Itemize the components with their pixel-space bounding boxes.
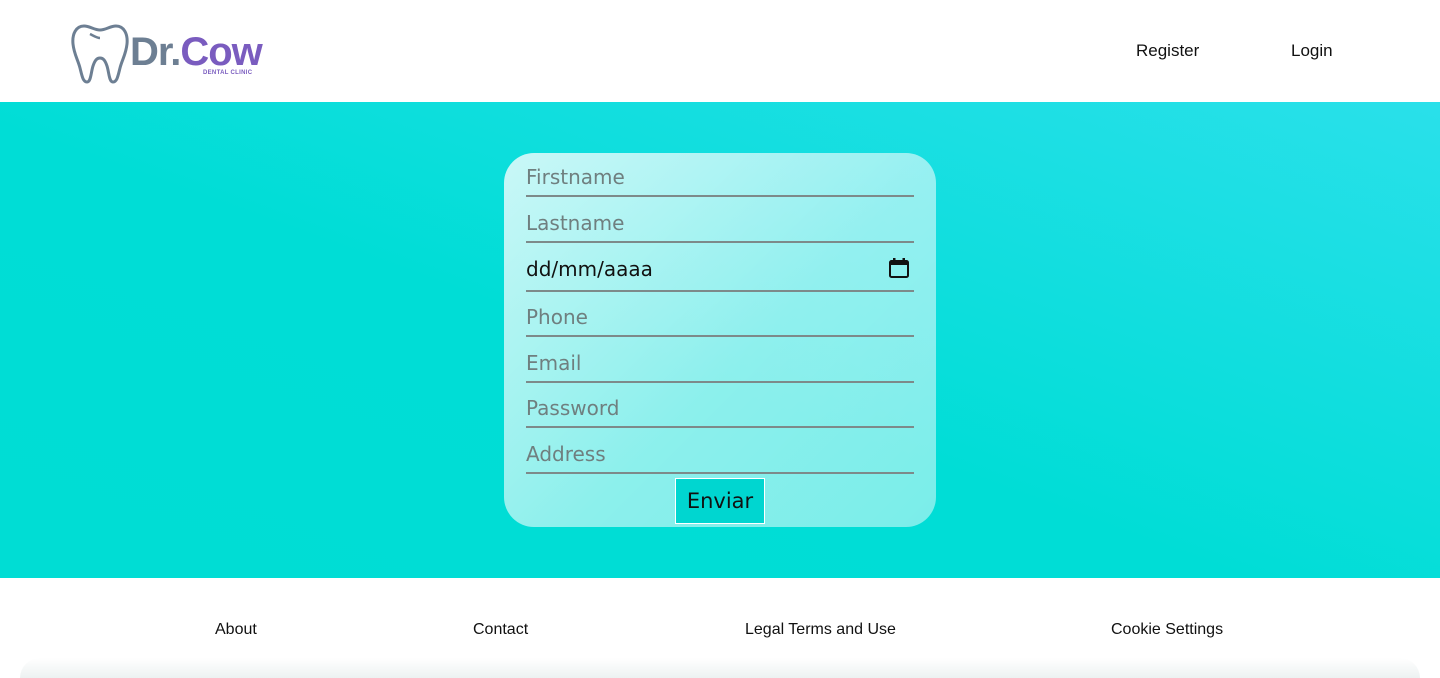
submit-button[interactable]: Enviar: [675, 478, 765, 524]
logo-wordmark: Dr.Cow: [130, 30, 263, 74]
hero-section: dd/mm/aaaa Enviar: [0, 102, 1440, 578]
firstname-input[interactable]: [526, 163, 914, 197]
footer: About Contact Legal Terms and Use Cookie…: [0, 578, 1440, 678]
email-input[interactable]: [526, 349, 914, 383]
login-link[interactable]: Login: [1291, 41, 1333, 61]
logo-tagline: DENTAL CLINIC: [203, 70, 253, 76]
tooth-icon: [71, 24, 129, 84]
footer-about-link[interactable]: About: [215, 621, 257, 639]
lastname-input[interactable]: [526, 209, 914, 243]
phone-input[interactable]: [526, 303, 914, 337]
header: Dr.Cow DENTAL CLINIC Register Login: [0, 0, 1440, 102]
footer-legal-link[interactable]: Legal Terms and Use: [745, 621, 896, 639]
password-input[interactable]: [526, 394, 914, 428]
footer-contact-link[interactable]: Contact: [473, 621, 528, 639]
address-input[interactable]: [526, 440, 914, 474]
footer-cookie-link[interactable]: Cookie Settings: [1111, 621, 1223, 639]
calendar-icon[interactable]: [888, 257, 910, 279]
birthdate-input[interactable]: dd/mm/aaaa: [526, 252, 914, 292]
register-form: dd/mm/aaaa Enviar: [504, 153, 936, 527]
logo-dr: Dr.: [130, 30, 181, 74]
logo-cow: Cow: [180, 30, 262, 74]
logo[interactable]: Dr.Cow DENTAL CLINIC: [70, 22, 270, 84]
page: Dr.Cow DENTAL CLINIC Register Login dd/m…: [0, 0, 1440, 678]
birthdate-value: dd/mm/aaaa: [526, 257, 653, 281]
footer-divider-shadow: [20, 658, 1420, 678]
register-link[interactable]: Register: [1136, 41, 1199, 61]
